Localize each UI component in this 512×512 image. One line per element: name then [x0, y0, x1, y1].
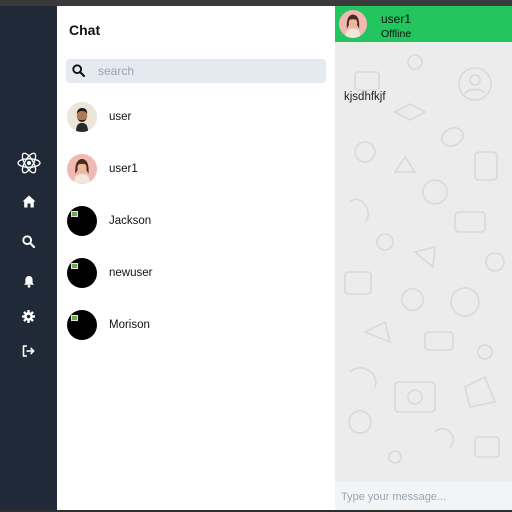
- avatar: [67, 154, 97, 184]
- broken-image-icon: [71, 263, 78, 269]
- gear-icon[interactable]: [0, 304, 57, 328]
- app-window: Chat user: [0, 0, 512, 512]
- nav-rail: [0, 6, 57, 510]
- chat-list-panel: Chat user: [57, 6, 335, 510]
- home-icon[interactable]: [0, 189, 57, 213]
- conversation-panel: user1 Offline kjsdhfkjf: [335, 6, 512, 510]
- search-icon: [72, 64, 86, 82]
- contact-item-user[interactable]: user: [67, 98, 327, 136]
- contact-name: user: [109, 111, 132, 123]
- contact-name: user1: [109, 163, 138, 175]
- search-icon[interactable]: [0, 229, 57, 253]
- message-text: kjsdhfkjf: [344, 91, 386, 103]
- message-input[interactable]: [339, 486, 511, 508]
- panel-title: Chat: [69, 22, 101, 38]
- contact-item-morison[interactable]: Morison: [67, 306, 327, 344]
- search-box: [66, 59, 330, 83]
- bell-icon[interactable]: [0, 269, 57, 293]
- broken-image-icon: [71, 211, 78, 217]
- avatar: [67, 102, 97, 132]
- avatar: [339, 10, 367, 38]
- contact-name: Jackson: [109, 215, 152, 227]
- contact-status: Offline: [381, 28, 412, 40]
- avatar: [67, 206, 97, 236]
- contact-name: newuser: [109, 267, 153, 279]
- avatar: [67, 258, 97, 288]
- chat-wallpaper: [344, 54, 505, 464]
- contact-item-user1[interactable]: user1: [67, 150, 327, 188]
- conversation-contact-name: user1: [381, 12, 412, 26]
- broken-image-icon: [71, 315, 78, 321]
- message-composer: [335, 482, 512, 510]
- conversation-header[interactable]: user1 Offline: [335, 6, 512, 42]
- contact-item-jackson[interactable]: Jackson: [67, 202, 327, 240]
- search-input[interactable]: [94, 61, 330, 81]
- contact-name: Morison: [109, 319, 150, 331]
- react-logo-icon[interactable]: [0, 151, 57, 175]
- contact-item-newuser[interactable]: newuser: [67, 254, 327, 292]
- logout-icon[interactable]: [0, 339, 57, 363]
- avatar: [67, 310, 97, 340]
